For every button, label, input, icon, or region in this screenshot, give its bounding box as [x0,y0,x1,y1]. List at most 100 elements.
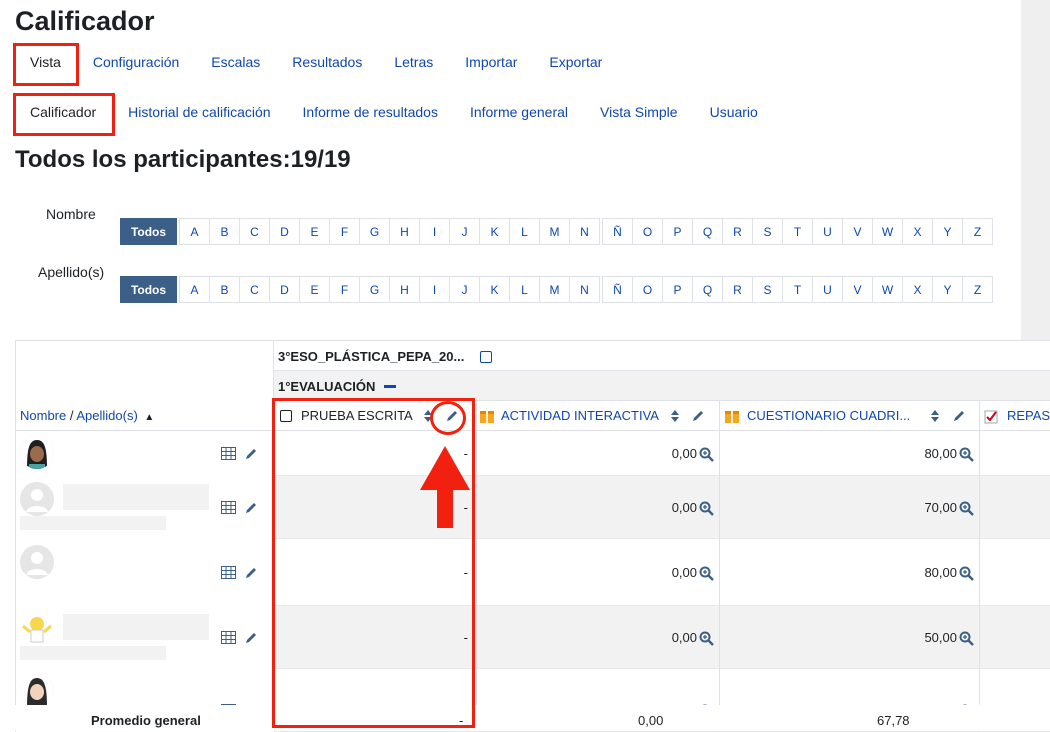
last-name-letter-button[interactable]: F [329,276,360,303]
column-name[interactable]: REPAS [1007,408,1050,423]
zoom-analysis-icon[interactable] [959,631,974,646]
nav-exportar[interactable]: Exportar [533,46,618,78]
column-name[interactable]: ACTIVIDAD INTERACTIVA [501,408,659,423]
nav-vista-simple[interactable]: Vista Simple [584,96,694,128]
grade-table-icon[interactable] [221,566,236,579]
grade-cell[interactable]: 0,00 [476,565,697,580]
edit-pencil-icon[interactable] [244,447,258,461]
nav-escalas[interactable]: Escalas [195,46,276,78]
last-name-letter-button[interactable]: R [722,276,753,303]
avatar[interactable] [20,674,54,708]
first-name-letter-button[interactable]: R [722,218,753,245]
last-name-letter-button[interactable]: K [479,276,510,303]
first-name-letter-button[interactable]: N [569,218,600,245]
nav-resultados[interactable]: Resultados [276,46,378,78]
last-name-letter-button[interactable]: C [239,276,270,303]
first-name-letter-button[interactable]: A [179,218,210,245]
grade-cell[interactable]: 80,00 [719,446,957,461]
first-name-letter-button[interactable]: F [329,218,360,245]
first-name-letter-button[interactable]: I [419,218,450,245]
zoom-analysis-icon[interactable] [959,501,974,516]
collapse-subcategory-icon[interactable] [384,385,396,388]
first-name-letter-button[interactable]: K [479,218,510,245]
last-name-letter-button[interactable]: J [449,276,480,303]
grade-cell[interactable]: 0,00 [476,630,697,645]
grade-table-icon[interactable] [221,631,236,644]
nav-letras[interactable]: Letras [378,46,449,78]
zoom-analysis-icon[interactable] [959,566,974,581]
first-name-letter-button[interactable]: L [509,218,540,245]
first-name-letter-button[interactable]: Y [932,218,963,245]
edit-pencil-icon[interactable] [952,409,966,423]
last-name-letter-button[interactable]: G [359,276,390,303]
sort-first-name-link[interactable]: Nombre [20,408,66,423]
first-name-letter-button[interactable]: B [209,218,240,245]
avatar[interactable] [20,545,54,579]
first-name-letter-button[interactable]: Q [692,218,723,245]
zoom-analysis-icon[interactable] [699,447,714,462]
grade-cell[interactable]: 80,00 [719,565,957,580]
column-name[interactable]: CUESTIONARIO CUADRI... [747,408,910,423]
last-name-letter-button[interactable]: W [872,276,903,303]
first-name-letter-button[interactable]: D [269,218,300,245]
last-name-letter-button[interactable]: N [569,276,600,303]
first-name-letter-button[interactable]: C [239,218,270,245]
last-name-letter-button[interactable]: Y [932,276,963,303]
last-name-letter-button[interactable]: D [269,276,300,303]
collapse-course-icon[interactable] [480,351,492,363]
last-name-all-button[interactable]: Todos [120,276,177,303]
first-name-letter-button[interactable]: Ñ [602,218,633,245]
last-name-letter-button[interactable]: A [179,276,210,303]
first-name-letter-button[interactable]: E [299,218,330,245]
first-name-letter-button[interactable]: O [632,218,663,245]
first-name-letter-button[interactable]: J [449,218,480,245]
avatar[interactable] [20,612,54,646]
last-name-letter-button[interactable]: L [509,276,540,303]
nav-configuracion[interactable]: Configuración [77,46,195,78]
nav-informe-general[interactable]: Informe general [454,96,584,128]
first-name-letter-button[interactable]: W [872,218,903,245]
first-name-letter-button[interactable]: X [902,218,933,245]
edit-pencil-icon[interactable] [244,501,258,515]
last-name-letter-button[interactable]: Z [962,276,993,303]
zoom-analysis-icon[interactable] [699,501,714,516]
first-name-letter-button[interactable]: H [389,218,420,245]
nav-importar[interactable]: Importar [449,46,533,78]
last-name-letter-button[interactable]: P [662,276,693,303]
last-name-letter-button[interactable]: Ñ [602,276,633,303]
last-name-letter-button[interactable]: O [632,276,663,303]
grade-table-icon[interactable] [221,501,236,514]
edit-pencil-icon[interactable] [691,409,705,423]
grade-table-icon[interactable] [221,447,236,460]
sort-icon[interactable] [670,409,680,423]
zoom-analysis-icon[interactable] [959,447,974,462]
last-name-letter-button[interactable]: H [389,276,420,303]
first-name-letter-button[interactable]: M [539,218,570,245]
zoom-analysis-icon[interactable] [699,631,714,646]
edit-pencil-icon[interactable] [244,631,258,645]
first-name-all-button[interactable]: Todos [120,218,177,245]
edit-pencil-icon[interactable] [244,566,258,580]
last-name-letter-button[interactable]: I [419,276,450,303]
grade-cell[interactable]: 0,00 [476,500,697,515]
grade-cell[interactable]: 70,00 [719,500,957,515]
sort-icon[interactable] [930,409,940,423]
last-name-letter-button[interactable]: Q [692,276,723,303]
sort-last-name-link[interactable]: Apellido(s) [76,408,137,423]
first-name-letter-button[interactable]: S [752,218,783,245]
first-name-letter-button[interactable]: G [359,218,390,245]
last-name-letter-button[interactable]: B [209,276,240,303]
first-name-letter-button[interactable]: V [842,218,873,245]
first-name-letter-button[interactable]: T [782,218,813,245]
last-name-letter-button[interactable]: V [842,276,873,303]
nav-informe-resultados[interactable]: Informe de resultados [287,96,454,128]
nav-historial[interactable]: Historial de calificación [112,96,286,128]
nav-usuario[interactable]: Usuario [694,96,774,128]
last-name-letter-button[interactable]: U [812,276,843,303]
last-name-letter-button[interactable]: E [299,276,330,303]
first-name-letter-button[interactable]: P [662,218,693,245]
last-name-letter-button[interactable]: S [752,276,783,303]
last-name-letter-button[interactable]: M [539,276,570,303]
grade-cell[interactable]: 0,00 [476,446,697,461]
first-name-letter-button[interactable]: Z [962,218,993,245]
